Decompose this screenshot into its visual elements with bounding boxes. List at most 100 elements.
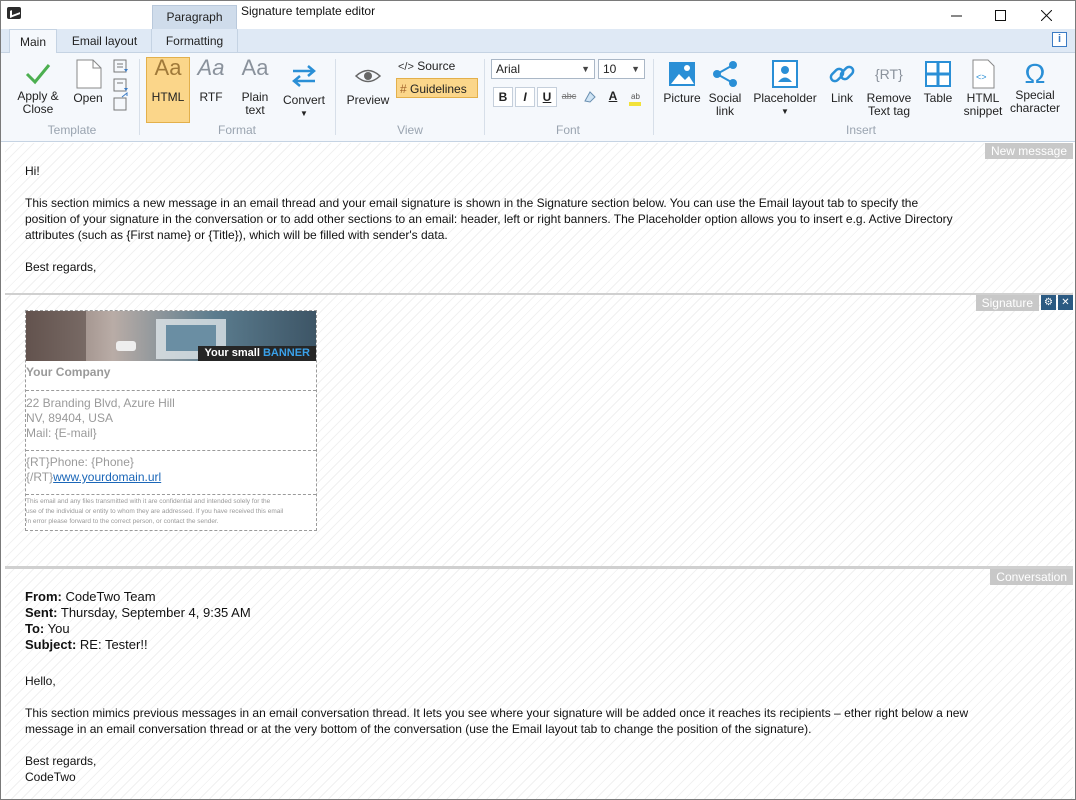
html-format-button[interactable]: Aa HTML: [148, 57, 188, 104]
share-icon: [713, 61, 737, 87]
banner-image[interactable]: Your small BANNER: [26, 311, 316, 361]
special-label-2: character: [1009, 101, 1061, 115]
svg-text:{RT}: {RT}: [875, 66, 903, 82]
maximize-icon: [994, 9, 1006, 21]
view-group-label: View: [397, 123, 423, 137]
from-line: From: CodeTwo Team: [25, 589, 156, 604]
highlight-icon[interactable]: ab: [627, 89, 643, 107]
html-snippet-icon: <>: [972, 59, 995, 89]
open-label: Open: [73, 91, 103, 105]
snippet-label-2: snippet: [963, 104, 1003, 118]
link-label: Link: [830, 91, 853, 105]
tab-email-layout[interactable]: Email layout: [58, 29, 152, 53]
website-link[interactable]: www.yourdomain.url: [53, 470, 161, 484]
source-button[interactable]: </> Source: [398, 56, 455, 76]
convert-button[interactable]: Convert ▼: [280, 61, 328, 120]
close-label: Close: [22, 102, 54, 116]
info-button[interactable]: i: [1052, 32, 1067, 47]
rtf-format-button[interactable]: Aa RTF: [193, 55, 229, 104]
company-name: Your Company: [26, 361, 316, 391]
chain-link-icon: [829, 65, 855, 83]
italic-button[interactable]: I: [515, 87, 535, 107]
clear-format-icon[interactable]: [582, 89, 598, 105]
social-link-button[interactable]: Social link: [707, 59, 743, 118]
convert-arrows-icon: [292, 65, 316, 87]
plain-label-2: text: [245, 103, 265, 117]
insert-group-label: Insert: [845, 123, 876, 137]
html-label: HTML: [151, 90, 185, 104]
address-block: 22 Branding Blvd, Azure Hill NV, 89404, …: [26, 391, 316, 451]
preview-button[interactable]: Preview: [343, 61, 393, 107]
link-button[interactable]: Link: [825, 59, 859, 105]
convert-dropdown-icon: ▼: [300, 109, 308, 118]
new-message-section[interactable]: New message Hi! This section mimics a ne…: [5, 143, 1073, 295]
closing-text: Best regards,: [25, 260, 97, 274]
tab-main[interactable]: Main: [9, 29, 57, 54]
banner-caption: Your small BANNER: [198, 346, 316, 361]
strikethrough-button[interactable]: abc: [559, 87, 579, 107]
source-code-icon: </>: [398, 61, 414, 73]
picture-button[interactable]: Picture: [661, 59, 703, 105]
paragraph-context-tab[interactable]: Paragraph: [152, 5, 237, 29]
document-icon: [76, 59, 102, 89]
signature-label: Signature: [975, 295, 1039, 311]
phone-placeholder: {RT}Phone: {Phone}: [26, 455, 134, 469]
html-snippet-button[interactable]: <> HTML snippet: [961, 59, 1005, 118]
underline-button[interactable]: U: [537, 87, 557, 107]
rtf-aa-icon: Aa: [197, 55, 225, 80]
font-color-button[interactable]: A: [603, 87, 623, 107]
app-mail-icon: [7, 7, 21, 19]
apply-close-button[interactable]: Apply & Close: [13, 59, 63, 116]
tab-formatting[interactable]: Formatting: [152, 29, 238, 53]
grid-icon: #: [400, 82, 407, 96]
signature-controls: ⚙ ✕: [1041, 295, 1073, 310]
body-line-3: attributes (such as {First name} or {Tit…: [25, 228, 448, 242]
bold-button[interactable]: B: [493, 87, 513, 107]
placeholder-button[interactable]: Placeholder ▼: [751, 59, 819, 118]
plain-aa-icon: Aa: [241, 55, 269, 80]
editor-canvas[interactable]: New message Hi! This section mimics a ne…: [5, 143, 1073, 799]
subject-line: Subject: RE: Tester!!: [25, 637, 148, 652]
disclaimer-line-3: in error please forward to the correct p…: [26, 518, 219, 525]
signature-table[interactable]: Your small BANNER Your Company 22 Brandi…: [25, 310, 317, 531]
disclaimer: This email and any files transmitted wit…: [26, 495, 316, 530]
template-small-icons[interactable]: [112, 59, 130, 113]
close-button[interactable]: [1023, 1, 1069, 29]
svg-text:<>: <>: [976, 72, 987, 82]
group-separator: [335, 59, 336, 135]
conversation-body-2: message in an email conversation thread …: [25, 722, 812, 736]
svg-text:ab: ab: [631, 92, 640, 101]
editor-window: Paragraph Signature template editor Main…: [0, 0, 1076, 800]
remove-text-tag-button[interactable]: {RT} Remove Text tag: [863, 59, 915, 118]
preview-label: Preview: [346, 93, 390, 107]
greeting-text: Hi!: [25, 164, 40, 178]
plain-text-format-button[interactable]: Aa Plain text: [235, 55, 275, 117]
font-family-select[interactable]: Arial ▼: [491, 59, 595, 79]
special-character-button[interactable]: Ω Special character: [1009, 59, 1061, 115]
font-size-select[interactable]: 10 ▼: [598, 59, 645, 79]
guidelines-toggle[interactable]: # Guidelines: [396, 78, 478, 98]
body-line-2: position of your signature in the conver…: [25, 212, 953, 226]
group-separator: [653, 59, 654, 135]
table-icon: [925, 61, 951, 87]
signature-section[interactable]: Signature ⚙ ✕ Your small BANNER Your Com…: [5, 295, 1073, 567]
minimize-button[interactable]: [933, 1, 979, 29]
remove-label-2: Text tag: [867, 104, 911, 118]
maximize-button[interactable]: [977, 1, 1023, 29]
gear-icon[interactable]: ⚙: [1041, 295, 1056, 310]
conversation-section[interactable]: Conversation From: CodeTwo Team Sent: Th…: [5, 567, 1073, 799]
conversation-label: Conversation: [990, 569, 1073, 585]
hello-text: Hello,: [25, 674, 56, 688]
disclaimer-line-2: use of the individual or entity to whom …: [26, 508, 284, 515]
chevron-down-icon: ▼: [631, 64, 640, 74]
table-button[interactable]: Table: [921, 59, 955, 105]
convert-label: Convert: [282, 93, 326, 107]
table-label: Table: [923, 91, 953, 105]
open-button[interactable]: Open: [69, 59, 107, 105]
close-icon[interactable]: ✕: [1058, 295, 1073, 310]
social-label-2: link: [715, 104, 734, 118]
disclaimer-line-1: This email and any files transmitted wit…: [26, 498, 271, 505]
address-line-2: NV, 89404, USA: [26, 411, 113, 425]
omega-icon: Ω: [1024, 58, 1046, 89]
eye-icon: [354, 69, 382, 83]
